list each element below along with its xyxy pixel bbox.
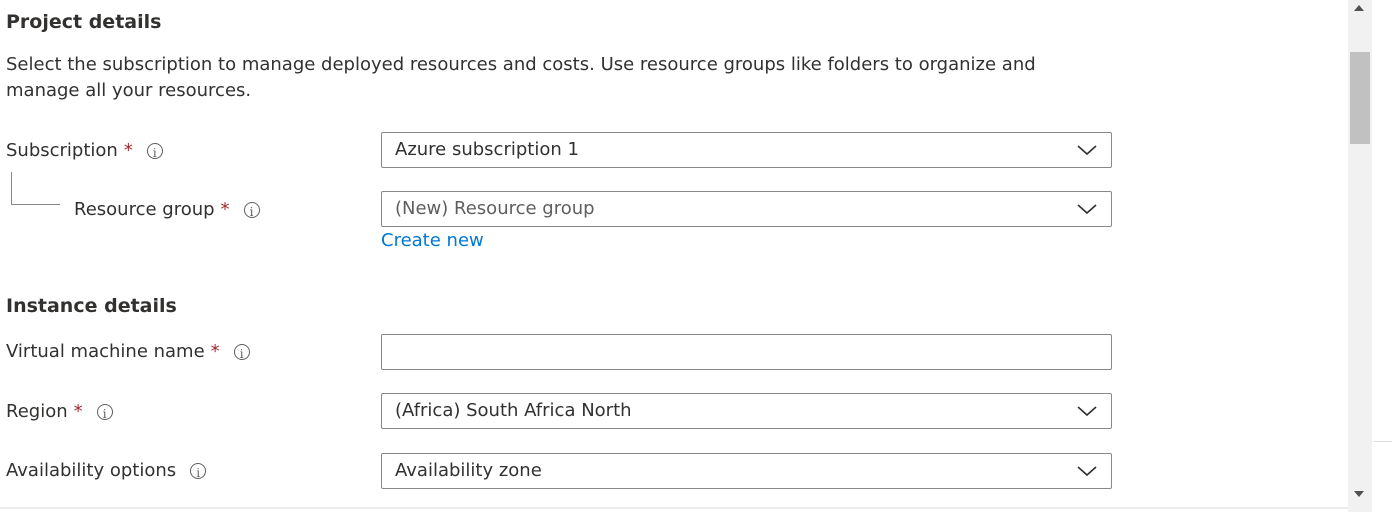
chevron-down-icon — [1077, 204, 1097, 215]
vm-name-label-row: Virtual machine name * — [6, 340, 250, 366]
chevron-down-icon — [1077, 466, 1097, 477]
resource-group-label-row: Resource group * — [74, 198, 260, 224]
subscription-label-row: Subscription * — [6, 139, 163, 165]
vm-name-label: Virtual machine name — [6, 341, 205, 362]
resource-group-label: Resource group — [74, 199, 215, 220]
resource-group-dropdown[interactable]: (New) Resource group — [381, 191, 1112, 227]
vm-name-input[interactable] — [381, 334, 1112, 370]
region-label-row: Region * — [6, 400, 113, 426]
subscription-value: Azure subscription 1 — [395, 139, 579, 160]
resource-group-value: (New) Resource group — [395, 198, 595, 219]
availability-dropdown[interactable]: Availability zone — [381, 453, 1112, 489]
scroll-up-arrow-icon[interactable] — [1354, 5, 1364, 11]
subscription-label: Subscription — [6, 140, 118, 161]
instance-details-heading: Instance details — [6, 295, 177, 317]
info-icon[interactable] — [96, 402, 113, 426]
subscription-dropdown[interactable]: Azure subscription 1 — [381, 132, 1112, 168]
availability-label-row: Availability options — [6, 459, 207, 485]
chevron-down-icon — [1077, 406, 1097, 417]
page-bottom-divider — [0, 507, 1348, 509]
info-icon[interactable] — [190, 461, 207, 485]
required-marker: * — [210, 341, 220, 362]
region-label: Region — [6, 401, 68, 422]
chevron-down-icon — [1077, 145, 1097, 156]
project-details-description: Select the subscription to manage deploy… — [6, 54, 1036, 101]
hierarchy-connector — [11, 172, 60, 205]
vm-create-form: Project details Select the subscription … — [0, 0, 1392, 512]
vertical-scrollbar[interactable] — [1348, 0, 1372, 512]
region-value: (Africa) South Africa North — [395, 400, 632, 421]
info-icon[interactable] — [146, 141, 163, 165]
required-marker: * — [73, 401, 83, 422]
required-marker: * — [123, 140, 133, 161]
info-icon[interactable] — [233, 342, 250, 366]
region-dropdown[interactable]: (Africa) South Africa North — [381, 393, 1112, 429]
availability-label: Availability options — [6, 460, 177, 481]
availability-value: Availability zone — [395, 460, 542, 481]
project-details-heading: Project details — [6, 11, 162, 33]
scroll-down-arrow-icon[interactable] — [1354, 491, 1364, 497]
required-marker: * — [220, 199, 230, 220]
info-icon[interactable] — [243, 200, 260, 224]
right-divider — [1374, 441, 1392, 442]
create-new-resource-group-link[interactable]: Create new — [381, 229, 484, 253]
scrollbar-thumb[interactable] — [1350, 52, 1370, 144]
